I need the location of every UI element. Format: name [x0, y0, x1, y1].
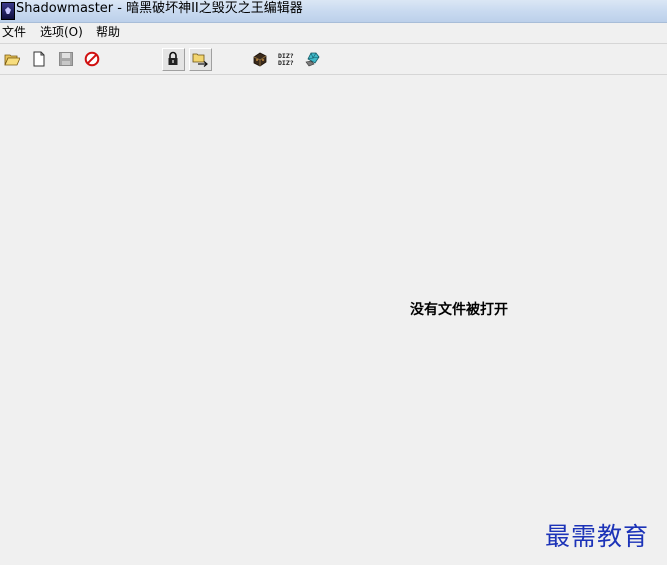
- diz-text-icon: DIZ? DIZ?: [278, 52, 294, 67]
- horadric-cube-button[interactable]: [249, 48, 271, 70]
- save-button[interactable]: [55, 48, 77, 70]
- lock-button[interactable]: [162, 48, 185, 71]
- no-file-open-message: 没有文件被打开: [410, 302, 508, 318]
- no-entry-icon: [84, 51, 100, 67]
- horadric-cube-icon: [253, 52, 267, 67]
- diz-button[interactable]: DIZ? DIZ?: [275, 48, 297, 70]
- gem-button[interactable]: [302, 48, 324, 70]
- toolbar-separator: [0, 74, 667, 75]
- close-file-button[interactable]: [81, 48, 103, 70]
- app-icon[interactable]: [1, 2, 15, 20]
- gem-hand-icon: [305, 52, 320, 67]
- svg-text:DIZ?: DIZ?: [278, 59, 294, 67]
- open-folder-icon: [4, 54, 20, 66]
- window-title: Shadowmaster - 暗黑破坏神II之毁灭之王编辑器: [16, 1, 303, 16]
- save-icon: [59, 52, 73, 66]
- lock-icon: [168, 51, 178, 65]
- watermark-text: 最需教育: [545, 522, 650, 551]
- menu-bar: 文件 选项(O) 帮助: [0, 23, 667, 42]
- new-file-icon: [33, 51, 45, 67]
- menu-file[interactable]: 文件: [2, 24, 26, 41]
- title-bar[interactable]: Shadowmaster - 暗黑破坏神II之毁灭之王编辑器: [0, 0, 667, 23]
- menu-help[interactable]: 帮助: [96, 24, 120, 41]
- open-folder-button[interactable]: [1, 48, 23, 70]
- toolbar: DIZ? DIZ?: [0, 44, 667, 74]
- new-file-button[interactable]: [28, 48, 50, 70]
- menu-options[interactable]: 选项(O): [40, 24, 83, 41]
- folder-arrow-icon: [192, 53, 208, 67]
- folder-arrow-button[interactable]: [189, 48, 212, 71]
